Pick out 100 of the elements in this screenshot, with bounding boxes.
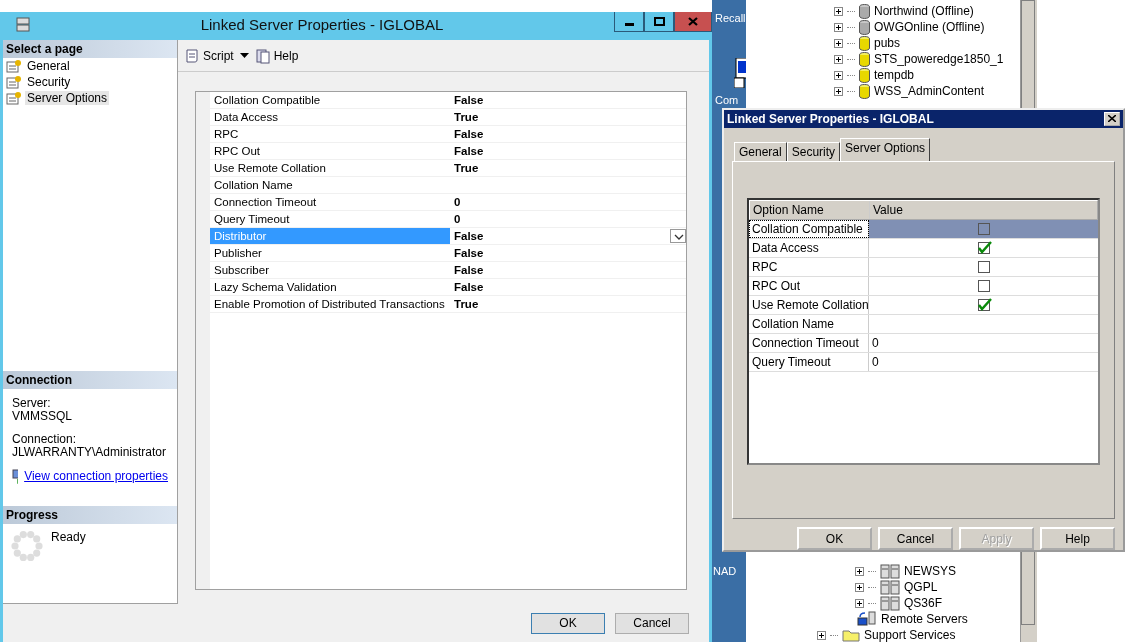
expand-icon[interactable] xyxy=(855,582,864,592)
properties-page-icon xyxy=(6,75,22,89)
progress-status: Ready xyxy=(51,530,86,546)
expand-icon[interactable] xyxy=(834,6,843,16)
page-item[interactable]: Security xyxy=(3,74,177,90)
dialog-button[interactable]: OK xyxy=(797,527,872,550)
minimize-button[interactable] xyxy=(614,12,644,32)
option-value[interactable]: 0 xyxy=(872,333,879,352)
minimize-icon xyxy=(624,23,634,26)
option-name[interactable]: Collation Name xyxy=(749,314,869,333)
checkbox[interactable] xyxy=(978,298,992,312)
remote-server-icon xyxy=(857,611,877,627)
option-name[interactable]: Data Access xyxy=(749,238,869,257)
property-name[interactable]: Collation Compatible xyxy=(210,92,450,108)
tree-item[interactable]: OWGOnline (Offline) xyxy=(874,20,985,34)
property-value[interactable]: False xyxy=(450,145,484,157)
tree-item[interactable]: WSS_AdminContent xyxy=(874,84,985,98)
property-name[interactable]: Publisher xyxy=(210,245,450,261)
property-name[interactable]: Use Remote Collation xyxy=(210,160,450,176)
tree-item[interactable]: STS_poweredge1850_1 xyxy=(874,52,1004,66)
servers-icon xyxy=(880,563,900,579)
expand-icon[interactable] xyxy=(834,22,843,32)
tree-item[interactable]: pubs xyxy=(874,36,901,50)
dialog-button[interactable]: OK xyxy=(531,612,605,634)
expand-icon[interactable] xyxy=(834,38,843,48)
properties-page-icon xyxy=(6,59,22,73)
option-value[interactable]: 0 xyxy=(872,352,879,371)
checkbox[interactable] xyxy=(978,241,992,255)
network-computer-icon xyxy=(12,469,19,484)
column-header: Option Name xyxy=(750,200,870,219)
property-name[interactable]: Data Access xyxy=(210,109,450,125)
properties-page-icon xyxy=(6,91,22,105)
help-icon xyxy=(254,47,271,64)
option-name[interactable]: RPC Out xyxy=(749,276,869,295)
dialog-button[interactable]: Help xyxy=(1040,527,1115,550)
page-item[interactable]: Server Options xyxy=(3,90,177,106)
expand-icon[interactable] xyxy=(834,70,843,80)
close-icon xyxy=(1108,115,1116,123)
desktop-icon-label[interactable]: Recall xyxy=(715,12,746,24)
dropdown-button[interactable] xyxy=(670,229,686,243)
script-button[interactable]: Script xyxy=(184,47,234,64)
property-name[interactable]: Lazy Schema Validation xyxy=(210,279,450,295)
expand-icon[interactable] xyxy=(834,54,843,64)
tree-line xyxy=(847,58,855,60)
desktop-icon-label[interactable]: Com xyxy=(715,94,739,106)
checkbox[interactable] xyxy=(978,260,992,274)
property-value[interactable]: True xyxy=(450,111,479,123)
tab[interactable]: General xyxy=(734,141,787,161)
option-name[interactable]: Use Remote Collation xyxy=(749,295,869,314)
page-item[interactable]: General xyxy=(3,58,177,74)
property-value[interactable]: 0 xyxy=(450,213,461,225)
desktop-icon-label[interactable]: NAD xyxy=(713,565,737,577)
tree-line xyxy=(868,602,876,604)
property-name[interactable]: Connection Timeout xyxy=(210,194,450,210)
property-name[interactable]: Enable Promotion of Distributed Transactions xyxy=(210,296,450,312)
help-button[interactable]: Help xyxy=(254,47,299,64)
checkbox[interactable] xyxy=(978,222,992,236)
property-name[interactable]: Subscriber xyxy=(210,262,450,278)
expand-icon[interactable] xyxy=(855,598,864,608)
property-name[interactable]: RPC Out xyxy=(210,143,450,159)
window-title: Linked Server Properties - IGLOBAL xyxy=(199,16,445,33)
property-value[interactable]: 0 xyxy=(450,196,461,208)
servers-icon xyxy=(880,579,900,595)
tree-item[interactable]: QS36F xyxy=(904,596,942,610)
tree-item[interactable]: Support Services xyxy=(864,628,956,642)
property-name[interactable]: RPC xyxy=(210,126,450,142)
tree-line xyxy=(847,42,855,44)
database-icon xyxy=(859,35,870,51)
database-icon xyxy=(859,83,870,99)
close-icon xyxy=(688,17,698,26)
expand-icon[interactable] xyxy=(834,86,843,96)
checkbox[interactable] xyxy=(978,279,992,293)
expand-icon[interactable] xyxy=(817,630,826,640)
property-value[interactable]: True xyxy=(450,162,479,174)
dialog-button[interactable]: Cancel xyxy=(615,612,689,634)
maximize-button[interactable] xyxy=(644,12,674,32)
tree-item[interactable]: Northwind (Offline) xyxy=(874,4,974,18)
dropdown-arrow-icon[interactable] xyxy=(239,53,249,58)
property-value[interactable]: True xyxy=(450,298,479,310)
property-value[interactable]: False xyxy=(450,94,484,106)
tab[interactable]: Server Options xyxy=(840,137,931,161)
property-value[interactable]: False xyxy=(450,247,484,259)
property-value[interactable]: False xyxy=(450,281,484,293)
property-value[interactable]: False xyxy=(450,230,484,242)
option-name[interactable]: Connection Timeout xyxy=(749,333,869,352)
property-name[interactable]: Query Timeout xyxy=(210,211,450,227)
option-name[interactable]: Query Timeout xyxy=(749,352,869,371)
connection-properties-link[interactable]: View connection properties xyxy=(24,470,168,483)
tree-item[interactable]: Remote Servers xyxy=(881,612,968,626)
tree-line xyxy=(847,26,855,28)
expand-icon[interactable] xyxy=(855,566,864,576)
section-header: Progress xyxy=(3,506,177,524)
property-name[interactable]: Collation Name xyxy=(210,177,450,193)
option-name[interactable]: RPC xyxy=(749,257,869,276)
tree-item[interactable]: tempdb xyxy=(874,68,915,82)
dialog-button[interactable]: Cancel xyxy=(878,527,953,550)
property-value[interactable]: False xyxy=(450,264,484,276)
tree-item[interactable]: NEWSYS xyxy=(904,564,956,578)
property-value[interactable]: False xyxy=(450,128,484,140)
tree-item[interactable]: QGPL xyxy=(904,580,938,594)
